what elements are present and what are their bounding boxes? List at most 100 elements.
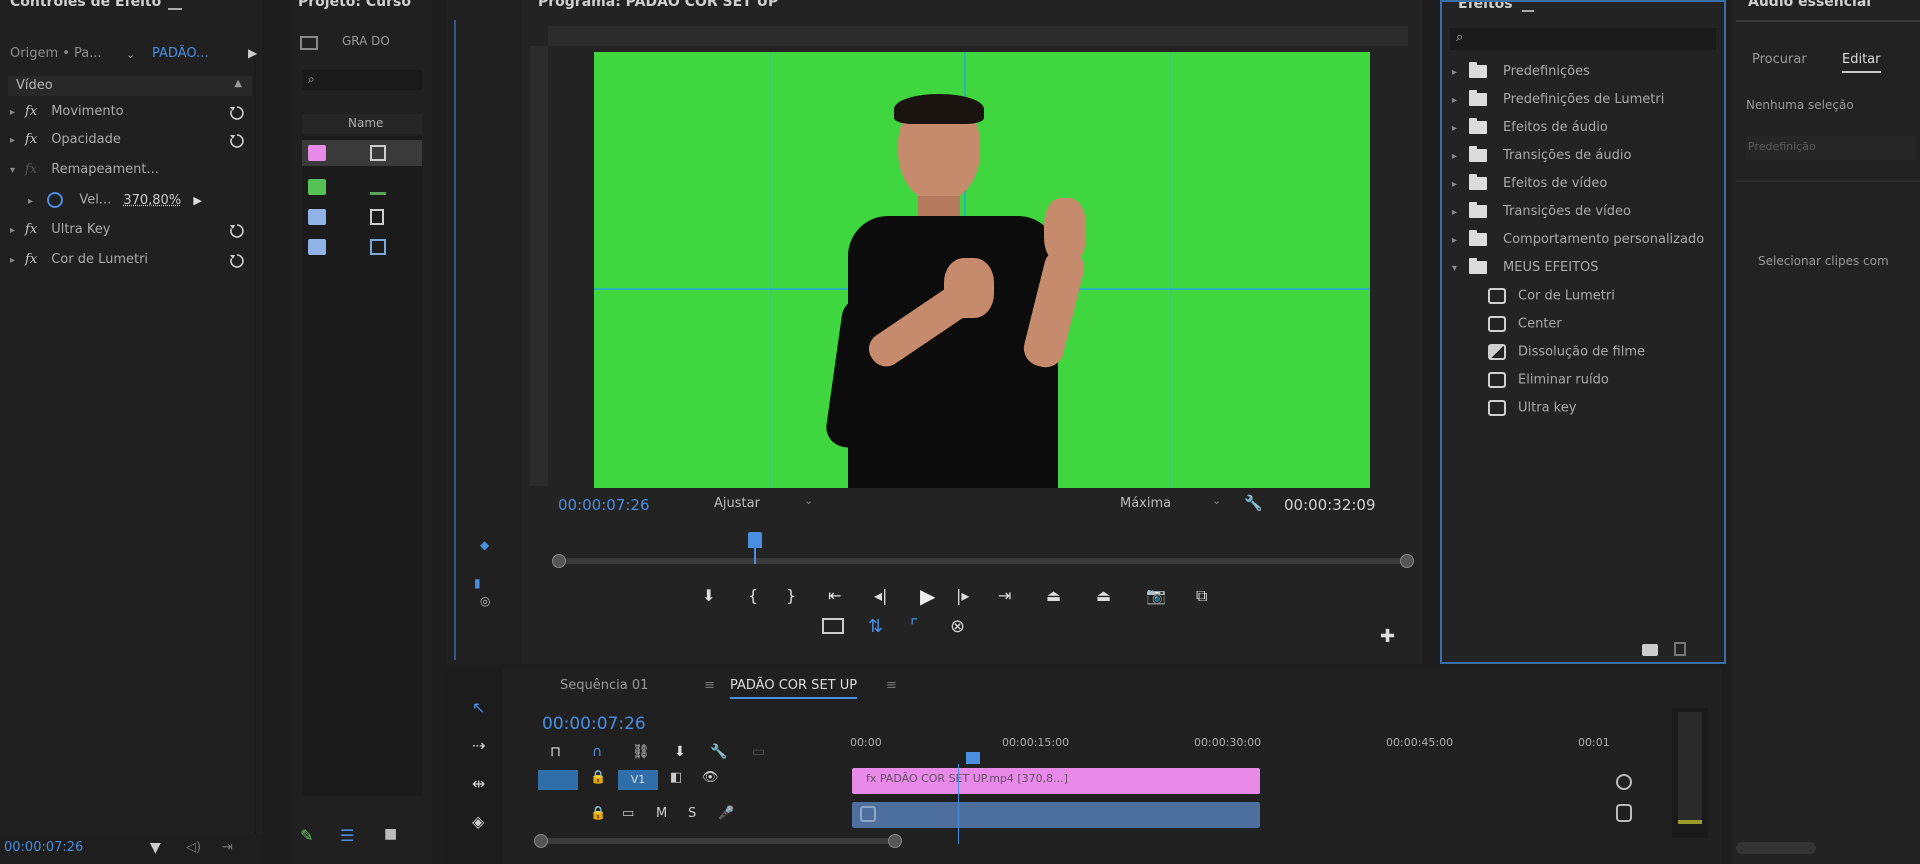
expand-triangle-icon[interactable]: ▸ [28,196,33,207]
export-frame-camera-icon[interactable]: 📷 [1146,586,1166,605]
strip-marker-icon[interactable]: ◎ [480,594,490,608]
effect-row-speed[interactable]: ▸ Vel... 370,80% ▶ [28,192,248,212]
play-audio-icon[interactable]: ◁) [186,840,201,855]
panel-menu-icon[interactable] [168,0,182,10]
add-marker-icon[interactable]: ⬇ [674,744,686,760]
effects-list-item[interactable]: Cor de Lumetri [1488,288,1615,316]
effect-controls-timecode[interactable]: 00:00:07:26 [4,840,83,855]
tab-menu-icon[interactable]: ≡ [886,678,897,693]
tab-sequence-01[interactable]: Sequência 01 [560,678,648,693]
mark-out-icon[interactable]: } [786,586,796,605]
effects-list-item[interactable]: Dissolução de filme [1488,344,1645,372]
safe-margins-icon[interactable] [822,618,844,634]
label-color-swatch[interactable] [308,239,326,255]
tab-active-sequence[interactable]: PADÃO COR SET UP [730,678,858,699]
collapse-triangle-icon[interactable]: ▾ [10,165,15,176]
effects-list-item[interactable]: Eliminar ruído [1488,372,1609,400]
quality-dropdown[interactable]: Máxima [1120,496,1171,511]
timeline-settings-icon[interactable]: 🔧 [710,744,727,760]
tab-edit[interactable]: Editar [1842,52,1881,73]
effects-search-input[interactable]: ⌕ [1450,28,1716,50]
effect-controls-title[interactable]: Controles de Efeito [0,0,262,12]
toggle-output-icon[interactable]: ◧ [670,770,682,785]
delete-icon[interactable] [1674,642,1686,656]
reset-icon[interactable] [228,222,246,240]
project-item-row-selected[interactable] [302,140,422,166]
ruler-toggle-icon[interactable]: ⌜ [910,616,918,637]
captions-icon[interactable]: ▭ [752,744,765,760]
step-back-icon[interactable]: ◂| [874,586,887,605]
go-to-out-icon[interactable]: ⇥ [998,586,1011,605]
project-item-row[interactable] [302,204,422,230]
clip-name-label[interactable]: PADÃO... [152,46,208,61]
vr-view-icon[interactable]: ⊗ [950,616,965,637]
list-view-icon[interactable]: ☰ [340,826,354,845]
expand-triangle-icon[interactable]: ▸ [1452,123,1457,134]
quality-chevron-icon[interactable]: ⌄ [1212,494,1221,507]
expand-arrow-icon[interactable]: ▶ [248,46,257,60]
keyframe-arrow-icon[interactable]: ▶ [193,194,201,207]
extract-icon[interactable]: ⏏ [1096,586,1111,605]
eye-icon[interactable]: 👁 [702,770,719,785]
track-end-icon[interactable] [1616,774,1632,790]
label-color-swatch[interactable] [308,145,326,161]
effect-row-opacity[interactable]: ▸ fx Opacidade [10,132,246,152]
snap-guides-icon[interactable]: ⇅ [868,616,883,637]
strip-playhead-icon[interactable]: ◆ [480,538,489,552]
v1-source-patch[interactable] [538,770,578,790]
a1-track-target-icon[interactable]: ▭ [622,806,634,821]
expand-triangle-icon[interactable]: ▸ [1452,235,1457,246]
pencil-icon[interactable]: ✎ [300,826,313,845]
scrub-end-handle[interactable] [1400,554,1414,568]
zoom-handle-right[interactable] [888,834,902,848]
reset-icon[interactable] [228,252,246,270]
effects-list-item[interactable]: ▸ Transições de áudio [1452,146,1631,176]
stopwatch-icon[interactable] [47,192,64,208]
effects-list-item[interactable]: ▸ Predefinições [1452,62,1590,92]
program-video-frame[interactable] [594,52,1370,488]
a1-solo-icon[interactable]: S [688,806,696,821]
program-monitor-title[interactable]: Programa: PADÃO COR SET UP [522,0,1422,12]
effects-list-item[interactable]: Ultra key [1488,400,1576,428]
effects-list-item[interactable]: ▸ Efeitos de áudio [1452,118,1608,148]
effects-list-item[interactable]: ▾ MEUS EFEITOS [1452,258,1599,288]
effects-list-item[interactable]: ▸ Predefinições de Lumetri [1452,90,1664,120]
program-timecode[interactable]: 00:00:07:26 [558,496,650,514]
razor-tool-icon[interactable]: ◈ [472,812,484,831]
project-title[interactable]: Projeto: Curso [292,0,432,12]
zoom-handle-left[interactable] [534,834,548,848]
export-icon[interactable]: ⇥ [222,840,233,855]
effects-panel-title[interactable]: Efeitos [1442,2,1724,14]
go-to-in-icon[interactable]: ⇤ [828,586,841,605]
track-end-icon[interactable] [1616,804,1632,822]
nest-icon[interactable]: ⊓ [550,744,561,760]
scrub-bar[interactable] [558,558,1408,564]
fit-dropdown[interactable]: Ajustar [714,496,760,511]
effects-list-item[interactable]: Center [1488,316,1562,344]
timeline-timecode[interactable]: 00:00:07:26 [542,714,646,734]
expand-triangle-icon[interactable]: ▸ [10,107,15,118]
speed-value[interactable]: 370,80% [123,193,181,208]
filter-icon[interactable]: ▼ [150,840,161,856]
settings-wrench-icon[interactable]: 🔧 [1244,494,1263,512]
effect-row-lumetri[interactable]: ▸ fx Cor de Lumetri [10,252,246,272]
step-forward-icon[interactable]: |▸ [956,586,969,605]
tab-browse[interactable]: Procurar [1752,52,1807,67]
lift-icon[interactable]: ⏏ [1046,586,1061,605]
preset-field[interactable]: Predefinição [1746,136,1916,160]
reset-icon[interactable] [228,132,246,150]
expand-triangle-icon[interactable]: ▸ [1452,67,1457,78]
audio-clip-handle-icon[interactable] [860,806,876,822]
v1-track-target[interactable]: V1 [618,770,658,790]
timeline-playhead-icon[interactable] [966,752,980,764]
icon-view-icon[interactable]: ■ [384,826,397,842]
strip-slider-icon[interactable]: ▮ [474,576,481,590]
project-folder-icon[interactable] [300,36,318,50]
button-editor-plus-icon[interactable]: ✚ [1380,626,1395,647]
expand-triangle-icon[interactable]: ▸ [10,225,15,236]
effects-list-item[interactable]: ▸ Transições de vídeo [1452,202,1631,232]
essential-sound-title[interactable]: Áudio essencial [1732,0,1920,12]
add-marker-icon[interactable]: ⬇ [702,586,715,605]
fit-chevron-icon[interactable]: ⌄ [804,494,813,507]
project-search-input[interactable]: ⌕ [302,70,422,90]
